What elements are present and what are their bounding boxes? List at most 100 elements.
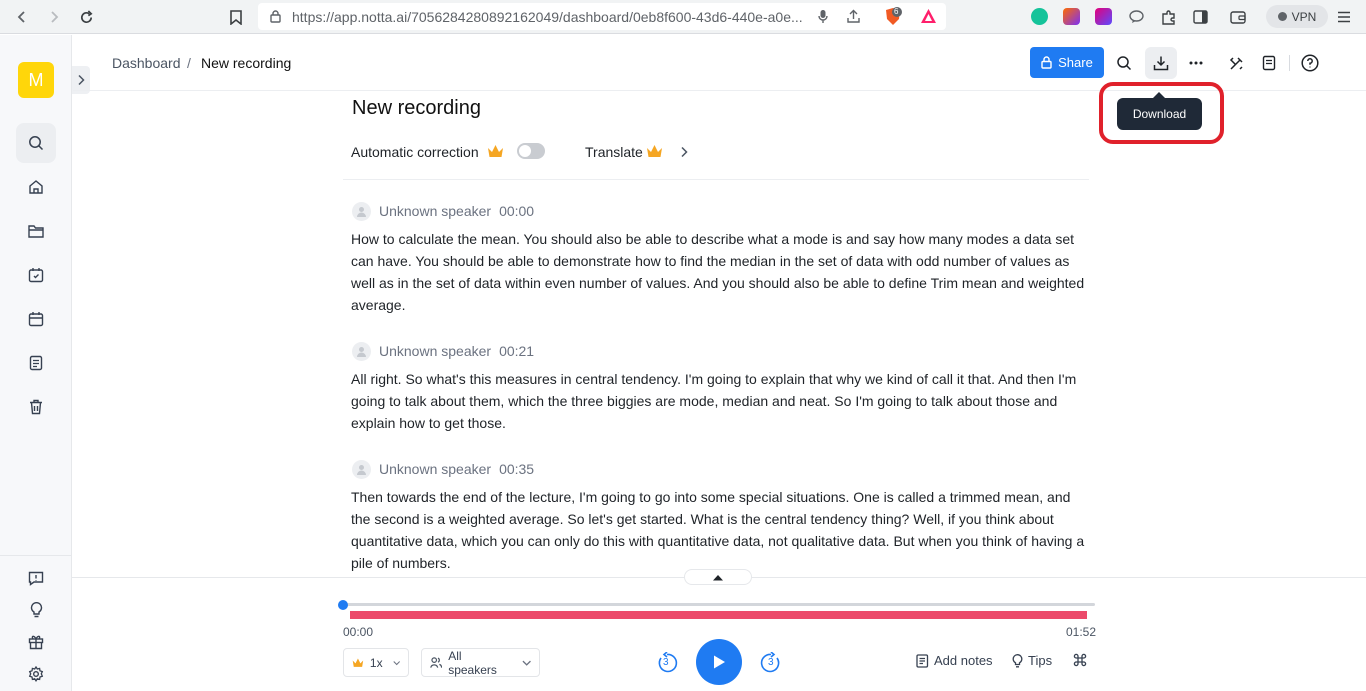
share-label: Share (1058, 55, 1093, 70)
search-icon[interactable] (26, 133, 46, 153)
url-text: https://app.notta.ai/7056284280892162049… (292, 9, 803, 25)
avatar-letter: M (28, 69, 44, 90)
annotation-highlight (1099, 82, 1224, 144)
left-sidebar: M (0, 35, 72, 691)
add-notes-label: Add notes (934, 653, 993, 668)
reload-icon[interactable] (76, 7, 96, 27)
menu-icon[interactable] (1334, 7, 1354, 27)
lock-icon (270, 10, 281, 23)
segment-timestamp[interactable]: 00:00 (499, 203, 534, 219)
header-separator (1289, 55, 1290, 71)
feedback-icon[interactable] (26, 568, 46, 588)
folder-icon[interactable] (26, 221, 46, 241)
back-icon[interactable] (12, 7, 32, 27)
speaker-filter-select[interactable]: All speakers (421, 648, 540, 677)
forward-3s-button[interactable]: 3 (760, 652, 782, 674)
speaker-avatar-icon (352, 459, 371, 479)
settings-icon[interactable] (26, 664, 46, 684)
segment-header: Unknown speaker 00:00 (352, 201, 534, 221)
brave-shield-icon[interactable] (884, 7, 902, 26)
chevron-down-icon (522, 660, 531, 666)
tools-icon[interactable] (1225, 52, 1247, 74)
speaker-name[interactable]: Unknown speaker (379, 203, 491, 219)
segment-text[interactable]: All right. So what's this measures in ce… (351, 368, 1086, 434)
expand-player-button[interactable] (684, 569, 752, 585)
extension-color-icon[interactable] (1063, 8, 1080, 25)
speaker-name[interactable]: Unknown speaker (379, 343, 491, 359)
more-options-icon[interactable] (1185, 52, 1207, 74)
automatic-correction-label: Automatic correction (351, 144, 479, 160)
lock-icon (1041, 56, 1052, 69)
speaker-filter-label: All speakers (448, 648, 497, 677)
forward-icon[interactable] (44, 7, 64, 27)
gift-icon[interactable] (26, 632, 46, 652)
rewind-3s-button[interactable]: 3 (656, 652, 678, 674)
sidebar-toggle-icon[interactable] (1190, 7, 1210, 27)
browser-toolbar: https://app.notta.ai/7056284280892162049… (0, 0, 1366, 34)
chevron-down-icon (392, 660, 400, 665)
brave-badge-count: 6 (894, 7, 899, 16)
speaker-timeline-bar[interactable] (350, 611, 1087, 619)
progress-track[interactable] (342, 603, 1095, 606)
share-button[interactable]: Share (1030, 47, 1104, 78)
wallet-icon[interactable] (1228, 7, 1248, 27)
share-page-icon[interactable] (846, 9, 861, 24)
home-icon[interactable] (26, 177, 46, 197)
automatic-correction-toggle[interactable] (517, 143, 545, 159)
download-icon[interactable] (1150, 52, 1172, 74)
extension-window-icon[interactable] (1095, 8, 1112, 25)
chevron-right-icon[interactable] (680, 146, 688, 158)
extensions-puzzle-icon[interactable] (1158, 7, 1178, 27)
forward-seconds: 3 (768, 657, 774, 668)
tips-button[interactable]: Tips (1012, 653, 1052, 668)
bookmark-icon[interactable] (226, 7, 246, 27)
breadcrumb-separator: / (187, 55, 191, 71)
audio-player: 00:00 01:52 1x All speakers 3 3 Add note… (72, 569, 1366, 691)
lightbulb-icon[interactable] (26, 600, 46, 620)
total-time: 01:52 (1066, 625, 1097, 639)
sidebar-divider (0, 555, 72, 556)
segment-timestamp[interactable]: 00:35 (499, 461, 534, 477)
notes-icon[interactable] (26, 353, 46, 373)
shortcuts-button[interactable] (1073, 653, 1087, 667)
address-bar[interactable]: https://app.notta.ai/7056284280892162049… (258, 3, 946, 30)
brave-rewards-icon[interactable] (920, 8, 937, 24)
speaker-name[interactable]: Unknown speaker (379, 461, 491, 477)
microphone-icon[interactable] (818, 9, 828, 24)
speed-label: 1x (369, 655, 383, 670)
rewind-seconds: 3 (663, 657, 669, 668)
calendar-sync-icon[interactable] (26, 265, 46, 285)
playback-speed-select[interactable]: 1x (343, 648, 409, 677)
caret-up-icon (713, 574, 723, 580)
calendar-icon[interactable] (26, 309, 46, 329)
content-divider (343, 179, 1089, 180)
breadcrumb-current: New recording (201, 55, 292, 71)
page-title[interactable]: New recording (352, 97, 481, 120)
trash-icon[interactable] (26, 397, 46, 417)
vpn-button[interactable]: VPN (1266, 5, 1328, 28)
grammarly-icon[interactable] (1031, 8, 1048, 25)
play-icon (714, 655, 725, 669)
segment-text[interactable]: Then towards the end of the lecture, I'm… (351, 486, 1086, 574)
search-replace-icon[interactable] (1113, 52, 1135, 74)
premium-crown-icon (352, 657, 364, 667)
speaker-avatar-icon (352, 341, 371, 361)
progress-handle[interactable] (338, 600, 348, 610)
people-icon (430, 657, 443, 668)
command-key-icon (1073, 653, 1087, 667)
segment-timestamp[interactable]: 00:21 (499, 343, 534, 359)
add-notes-button[interactable]: Add notes (916, 653, 993, 668)
summary-icon[interactable] (1258, 52, 1280, 74)
help-icon[interactable] (1299, 52, 1321, 74)
vpn-label: VPN (1291, 9, 1317, 24)
chat-icon[interactable] (1126, 7, 1146, 27)
segment-text[interactable]: How to calculate the mean. You should al… (351, 228, 1086, 316)
lightbulb-icon (1012, 653, 1023, 667)
notes-icon (916, 653, 929, 668)
workspace-avatar[interactable]: M (18, 62, 54, 98)
toggle-knob (519, 145, 531, 157)
translate-label[interactable]: Translate (585, 144, 643, 160)
play-button[interactable] (696, 639, 742, 685)
breadcrumb-dashboard[interactable]: Dashboard (112, 55, 181, 71)
speaker-avatar-icon (352, 201, 371, 221)
